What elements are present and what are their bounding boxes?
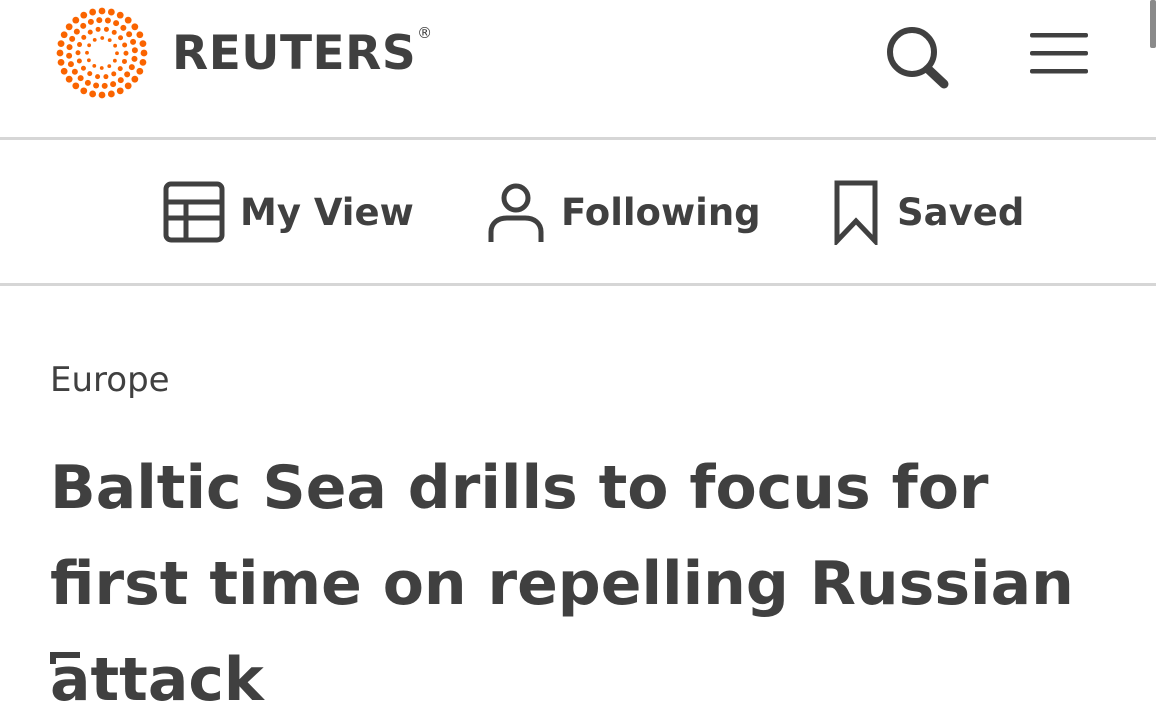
- subnav-following[interactable]: Following: [486, 178, 761, 246]
- account-subnav: My View Following Saved: [0, 140, 1156, 286]
- article-headline: Baltic Sea drills to focus for first tim…: [50, 453, 1074, 715]
- reuters-logo[interactable]: REUTERS®: [52, 6, 433, 100]
- hamburger-menu-icon: [1030, 33, 1088, 74]
- subnav-saved[interactable]: Saved: [832, 178, 1024, 246]
- section-link[interactable]: Europe: [50, 360, 170, 400]
- layout-icon: [163, 181, 225, 243]
- cropped-text-fragment: [50, 652, 90, 664]
- person-icon: [488, 183, 544, 242]
- subnav-my-view[interactable]: My View: [162, 178, 414, 246]
- subnav-label-following: Following: [561, 190, 761, 234]
- search-button[interactable]: [878, 20, 954, 92]
- reuters-logo-icon: [56, 7, 148, 99]
- bookmark-icon: [834, 180, 878, 245]
- search-icon: [887, 27, 949, 89]
- subnav-label-my-view: My View: [240, 190, 414, 234]
- scrollbar-thumb[interactable]: [1150, 0, 1156, 48]
- brand-wordmark: REUTERS®: [172, 23, 433, 81]
- menu-button[interactable]: [1024, 24, 1096, 84]
- subnav-label-saved: Saved: [897, 190, 1025, 234]
- site-header: REUTERS®: [0, 0, 1156, 140]
